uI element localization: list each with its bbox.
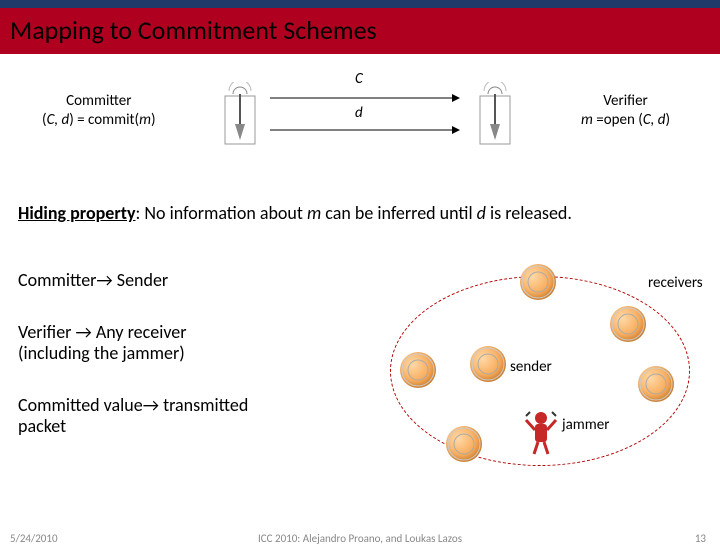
hiding-lead: Hiding property: [18, 202, 136, 224]
receiver-node: [520, 264, 556, 300]
verifier-role: Verifier: [581, 92, 670, 111]
antenna-right-icon: [470, 82, 520, 146]
hiding-property-text: Hiding property: No information about m …: [18, 202, 702, 225]
receiver-node: [638, 366, 674, 402]
sender-node: [470, 346, 506, 382]
receiver-node: [610, 306, 646, 342]
receiver-node: [400, 352, 436, 388]
mapping-value-packet: Committed value→ transmitted packet: [18, 395, 278, 438]
antenna-left-icon: [215, 82, 265, 146]
receiver-node: [446, 426, 482, 462]
sender-label: sender: [510, 358, 552, 376]
mapping-verifier-receiver: Verifier → Any receiver (including the j…: [18, 322, 258, 365]
slide-title: Mapping to Commitment Schemes: [10, 14, 710, 46]
mapping-committer-sender: Committer→ Sender: [18, 270, 278, 292]
arrow-c-label: C: [355, 70, 363, 88]
arrow-d: [270, 122, 460, 138]
hiding-rest3: is released.: [486, 202, 572, 224]
commitment-diagram: Committer (C, d) = commit(m) Verifier m …: [0, 62, 720, 172]
arrow-d-label: d: [355, 104, 363, 122]
committer-label: Committer (C, d) = commit(m): [42, 92, 156, 130]
jammer-icon: [524, 410, 558, 456]
mapping-list: Committer→ Sender Verifier → Any receive…: [18, 270, 278, 468]
footer-center: ICC 2010: Alejandro Proano, and Loukas L…: [0, 532, 720, 545]
committer-role: Committer: [42, 92, 156, 111]
committer-formula: (C, d) = commit(m): [42, 111, 156, 130]
hiding-rest1: : No information about: [136, 202, 307, 224]
top-accent-bar: [0, 0, 720, 8]
verifier-formula: m =open (C, d): [581, 111, 670, 130]
page-number: 13: [695, 532, 706, 545]
title-bar: Mapping to Commitment Schemes: [0, 8, 720, 54]
verifier-label: Verifier m =open (C, d): [581, 92, 670, 130]
network-diagram: sender receivers jammer: [390, 276, 700, 486]
jammer-label: jammer: [562, 416, 609, 434]
hiding-d: d: [477, 202, 486, 224]
arrow-c: [270, 90, 460, 106]
receivers-label: receivers: [648, 274, 703, 292]
hiding-m: m: [307, 202, 321, 224]
hiding-rest2: can be inferred until: [321, 202, 476, 224]
